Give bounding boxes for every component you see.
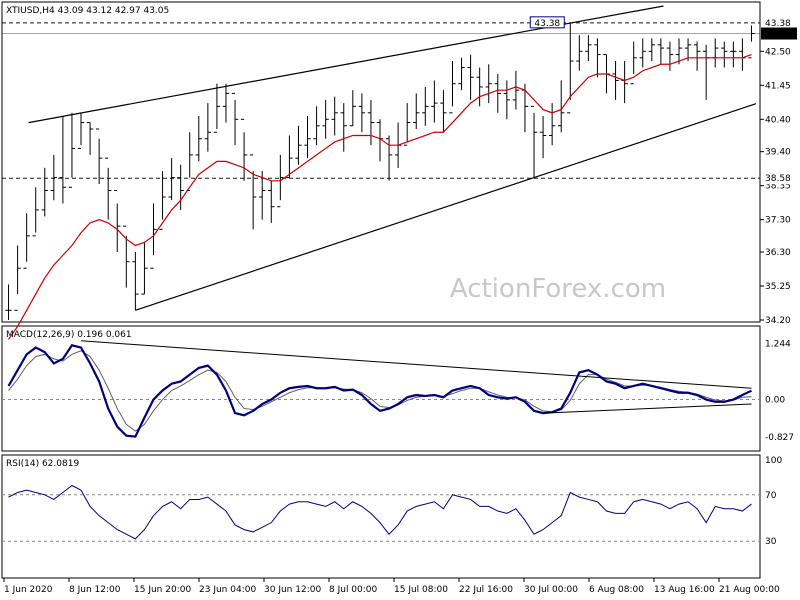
rsi-y-tick-label: 100 [765,456,782,466]
macd-header: MACD(12,26,9) 0.196 0.061 [6,330,132,340]
macd-y-tick-label: 1.244 [765,339,791,349]
x-tick-label: 8 Jul 00:00 [329,585,378,595]
price-header: XTIUSD,H4 43.09 43.12 42.97 43.05 [6,6,169,16]
rsi-header: RSI(14) 62.0819 [6,459,79,469]
price-y-tick-label: 34.20 [765,316,791,326]
x-tick-label: 1 Jun 2020 [4,585,53,595]
current-price-axis-label: 43.05 [765,30,791,40]
high-axis-label: 43.38 [765,19,791,29]
x-tick-label: 13 Aug 16:00 [654,585,715,595]
rsi-y-tick-label: 70 [765,491,777,501]
price-y-tick-label: 36.30 [765,248,791,258]
support-axis-label: 38.58 [765,174,791,184]
x-tick-label: 23 Jun 04:00 [199,585,256,595]
x-tick-label: 30 Jun 12:00 [264,585,321,595]
macd-y-tick-label: -0.827 [765,433,794,443]
x-tick-label: 6 Aug 08:00 [589,585,644,595]
rsi-y-tick-label: 30 [765,537,777,547]
price-y-tick-label: 40.40 [765,115,791,125]
high-label-text: 43.38 [534,19,560,29]
x-tick-label: 15 Jul 08:00 [394,585,448,595]
x-tick-label: 8 Jun 12:00 [69,585,121,595]
x-tick-label: 15 Jun 20:00 [134,585,191,595]
price-y-tick-label: 35.25 [765,282,791,292]
price-y-tick-label: 42.50 [765,47,791,57]
x-tick-label: 21 Aug 00:00 [719,585,780,595]
price-y-tick-label: 41.45 [765,81,791,91]
price-y-tick-label: 39.40 [765,148,791,158]
x-tick-label: 30 Jul 00:00 [524,585,578,595]
watermark: ActionForex.com [450,274,666,304]
chart-background [0,0,800,600]
price-y-tick-label: 37.30 [765,216,791,226]
macd-y-tick-label: 0.00 [765,396,785,406]
x-tick-label: 22 Jul 16:00 [459,585,513,595]
trading-chart: ActionForex.com 43.38 42.50 41.45 40.40 39.… [0,0,800,600]
